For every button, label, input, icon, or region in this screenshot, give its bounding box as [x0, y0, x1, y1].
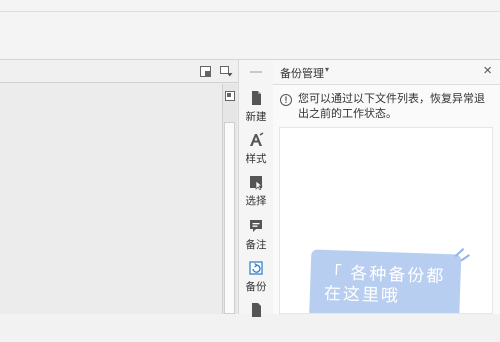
style-icon — [250, 132, 264, 146]
sparkle-icon — [454, 247, 470, 262]
panel-header: 备份管理 ▾ × — [273, 60, 500, 85]
backup-button[interactable]: 备份 — [239, 258, 273, 300]
comment-button[interactable]: 备注 — [239, 216, 273, 258]
new-document-icon — [252, 91, 261, 105]
vertical-scrollbar[interactable] — [222, 84, 237, 314]
new-button[interactable]: 新建 — [239, 88, 273, 130]
window-menu-icon[interactable] — [219, 64, 233, 78]
ribbon-divider — [0, 11, 500, 12]
scrollbar-nav-icon[interactable] — [224, 90, 235, 101]
backup-manager-panel: 备份管理 ▾ × ! 您可以通过以下文件列表，恢复异常退出之前的工作状态。 「 … — [273, 60, 500, 314]
backup-label: 备份 — [245, 281, 267, 293]
select-button[interactable]: 选择 — [239, 172, 273, 214]
document-area[interactable] — [0, 60, 238, 314]
close-icon[interactable]: × — [483, 63, 492, 79]
comment-label: 备注 — [245, 239, 267, 251]
empty-state-text: 「 各种备份都在这里哦 — [323, 262, 446, 306]
comment-icon — [250, 220, 262, 232]
style-label: 样式 — [245, 153, 267, 165]
empty-state-illustration: 「 各种备份都在这里哦 — [308, 247, 470, 313]
panel-title[interactable]: 备份管理 — [280, 65, 324, 81]
backup-info-text: 您可以通过以下文件列表，恢复异常退出之前的工作状态。 — [298, 93, 485, 120]
scrollbar-thumb[interactable] — [224, 122, 235, 314]
chevron-down-icon[interactable]: ▾ — [325, 65, 329, 74]
toolbar-grip — [250, 71, 262, 73]
task-pane-toolbar: 新建 样式 选择 备注 备份 — [238, 60, 274, 317]
select-cursor-icon — [250, 176, 263, 190]
backup-file-list[interactable]: 「 各种备份都在这里哦 — [279, 127, 493, 314]
document-icon — [252, 303, 261, 317]
info-icon: ! — [280, 94, 292, 106]
document-toolbar — [0, 60, 238, 83]
style-button[interactable]: 样式 — [239, 130, 273, 172]
backup-icon — [249, 261, 263, 275]
more-tool-button[interactable] — [239, 300, 273, 342]
ribbon-toolbar — [0, 0, 500, 60]
window-restore-icon[interactable] — [198, 64, 212, 78]
select-label: 选择 — [245, 195, 267, 207]
new-label: 新建 — [245, 111, 267, 123]
